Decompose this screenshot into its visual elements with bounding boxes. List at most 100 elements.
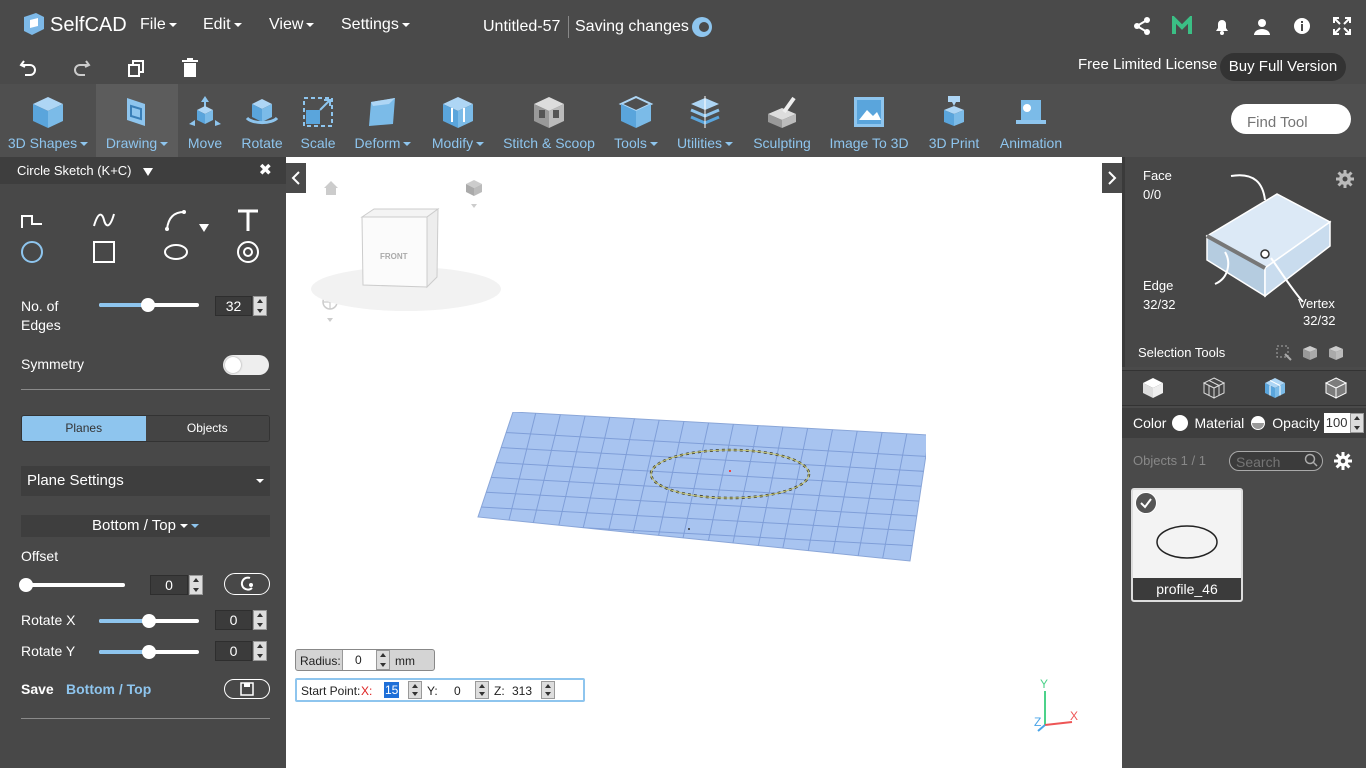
x-value-input[interactable]: 15 — [384, 682, 400, 698]
solid-view-icon[interactable] — [1139, 374, 1167, 402]
selection-mode-cube[interactable] — [1185, 172, 1355, 302]
material-icon[interactable] — [1250, 415, 1266, 431]
shaded-wireframe-view-icon[interactable] — [1261, 374, 1289, 402]
redo-icon[interactable] — [70, 56, 94, 80]
tool-3d-shapes[interactable]: 3D Shapes — [0, 84, 96, 157]
bezier-dropdown-icon[interactable] — [199, 224, 209, 232]
start-point-input-box: Start Point: X: 15 Y: 0 Z: 313 — [295, 678, 585, 702]
tool-modify[interactable]: Modify — [428, 84, 488, 157]
material-label: Material — [1194, 415, 1245, 431]
z-spinner[interactable] — [541, 681, 555, 699]
save-plane-button[interactable] — [224, 679, 270, 699]
box-select-icon[interactable] — [1275, 344, 1293, 362]
tool-utilities[interactable]: Utilities — [672, 84, 738, 157]
3d-viewport[interactable]: FRONT Radius: 0 mm Start Point: X: 15 Y:… — [286, 157, 1122, 768]
menu-settings[interactable]: Settings — [341, 16, 410, 34]
menu-file[interactable]: File — [140, 16, 177, 34]
rotate-y-slider[interactable] — [99, 645, 199, 659]
tab-planes[interactable]: Planes — [22, 416, 146, 441]
offset-reset-button[interactable] — [224, 573, 270, 595]
info-icon[interactable] — [1292, 14, 1312, 38]
tool-label: Stitch & Scoop — [503, 135, 595, 151]
color-swatch[interactable] — [1172, 415, 1189, 431]
rotate-y-spinner[interactable] — [253, 641, 267, 661]
objects-settings-gear-icon[interactable] — [1334, 452, 1352, 470]
menu-view[interactable]: View — [269, 16, 314, 34]
tool-tools[interactable]: Tools — [610, 84, 662, 157]
y-value-input[interactable]: 0 — [454, 684, 461, 698]
find-tool-input[interactable] — [1231, 104, 1351, 134]
tool-3d-print[interactable]: 3D Print — [922, 84, 986, 157]
symmetry-toggle[interactable] — [223, 355, 269, 375]
collapse-left-panel-button[interactable] — [286, 163, 306, 193]
xray-view-icon[interactable] — [1322, 374, 1350, 402]
m-logo-icon[interactable] — [1172, 14, 1192, 38]
object-card[interactable]: profile_46 — [1131, 488, 1243, 602]
tool-animation[interactable]: Animation — [994, 84, 1068, 157]
wireframe-view-icon[interactable] — [1200, 374, 1228, 402]
opacity-value-input[interactable]: 100 — [1323, 413, 1350, 433]
user-icon[interactable] — [1252, 14, 1272, 38]
z-value-input[interactable]: 313 — [512, 684, 532, 698]
tool-scale[interactable]: Scale — [294, 84, 342, 157]
buy-full-version-button[interactable]: Buy Full Version — [1220, 53, 1346, 81]
sketch-plane[interactable] — [476, 412, 926, 567]
bell-icon[interactable] — [1212, 14, 1232, 38]
x-label: X: — [361, 684, 373, 698]
rotate-x-spinner[interactable] — [253, 610, 267, 630]
offset-slider[interactable] — [19, 578, 125, 592]
plane-settings-select[interactable]: Plane Settings — [21, 466, 270, 496]
tool-image-to-3d[interactable]: Image To 3D — [826, 84, 912, 157]
circle-tool-icon[interactable] — [19, 239, 45, 265]
share-icon[interactable] — [1132, 14, 1152, 38]
ellipse-tool-icon[interactable] — [163, 239, 189, 265]
y-spinner[interactable] — [475, 681, 489, 699]
top-bar: SelfCAD File Edit View Settings Untitled… — [0, 0, 1366, 52]
tool-label: Scale — [300, 135, 336, 151]
tool-sculpting[interactable]: Sculpting — [748, 84, 816, 157]
edges-slider[interactable] — [99, 298, 199, 312]
undo-icon[interactable] — [16, 56, 40, 80]
collapse-right-panel-button[interactable] — [1102, 163, 1122, 193]
app-logo[interactable]: SelfCAD — [20, 11, 127, 39]
bezier-tool-icon[interactable] — [163, 207, 189, 233]
trash-icon[interactable] — [178, 56, 202, 80]
tool-deform[interactable]: Deform — [350, 84, 416, 157]
tool-move[interactable]: Move — [178, 84, 232, 157]
tool-stitch-scoop[interactable]: Stitch & Scoop — [500, 84, 598, 157]
edges-spinner[interactable] — [253, 296, 267, 316]
radius-spinner[interactable] — [376, 650, 390, 670]
document-title[interactable]: Untitled-57 — [483, 18, 560, 36]
paint-select-icon[interactable] — [1301, 344, 1319, 362]
tab-objects[interactable]: Objects — [145, 416, 269, 441]
text-tool-icon[interactable] — [235, 207, 261, 233]
rotate-x-value[interactable]: 0 — [215, 610, 252, 630]
rectangle-tool-icon[interactable] — [91, 239, 117, 265]
x-spinner[interactable] — [408, 681, 422, 699]
copy-icon[interactable] — [124, 56, 148, 80]
save-plane-link[interactable]: Bottom / Top — [66, 681, 151, 697]
edges-value[interactable]: 32 — [215, 296, 252, 316]
opacity-spinner[interactable] — [1349, 413, 1364, 433]
home-view-icon[interactable] — [323, 180, 339, 196]
object-selected-check-icon[interactable] — [1135, 492, 1157, 514]
close-panel-icon[interactable]: ✖ — [259, 160, 272, 180]
menu-edit[interactable]: Edit — [203, 16, 242, 34]
tool-label: Rotate — [241, 135, 283, 151]
offset-value[interactable]: 0 — [150, 575, 188, 595]
view-cube[interactable]: FRONT — [306, 197, 506, 317]
tool-rotate[interactable]: Rotate — [236, 84, 288, 157]
offset-spinner[interactable] — [189, 575, 203, 595]
tool-label: 3D Print — [928, 135, 980, 151]
rotate-x-slider[interactable] — [99, 614, 199, 628]
fullscreen-icon[interactable] — [1332, 14, 1352, 38]
rotate-y-value[interactable]: 0 — [215, 641, 252, 661]
vertex-count: 32/32 — [1303, 313, 1336, 328]
ring-tool-icon[interactable] — [235, 239, 261, 265]
polyline-tool-icon[interactable] — [19, 207, 45, 233]
tool-drawing[interactable]: Drawing — [96, 84, 178, 157]
freehand-tool-icon[interactable] — [91, 207, 117, 233]
select-all-icon[interactable] — [1327, 344, 1345, 362]
panel-dropdown-icon[interactable] — [143, 167, 154, 176]
plane-orientation-button[interactable]: Bottom / Top — [21, 515, 270, 537]
